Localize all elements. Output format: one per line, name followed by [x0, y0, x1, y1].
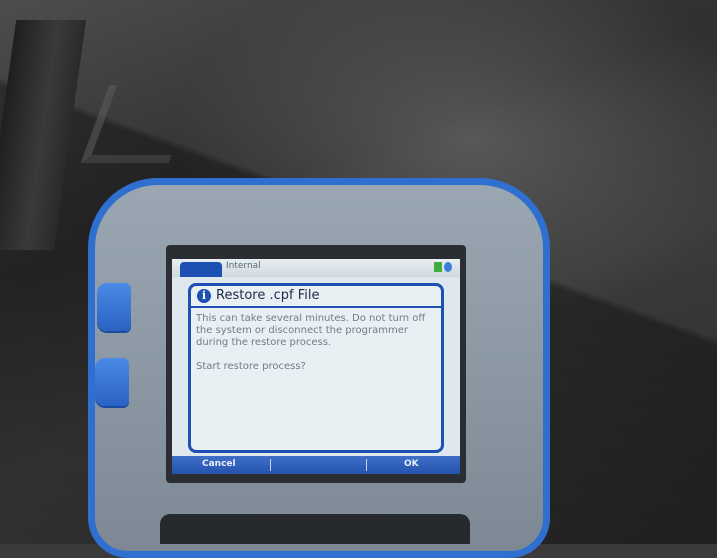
- dialog-title-bar: i Restore .cpf File: [191, 286, 441, 308]
- top-bar-title: Internal: [226, 261, 261, 271]
- status-icons: [434, 262, 452, 272]
- softkey-bar: Cancel OK: [172, 456, 460, 474]
- side-button-lower[interactable]: [95, 358, 129, 406]
- restore-dialog: i Restore .cpf File This can take severa…: [188, 283, 444, 453]
- dialog-prompt: Start restore process?: [196, 361, 306, 372]
- dialog-message: This can take several minutes. Do not tu…: [196, 313, 426, 348]
- signal-icon: [444, 262, 452, 272]
- dialog-body: This can take several minutes. Do not tu…: [196, 313, 436, 385]
- keypad-area: [160, 514, 470, 544]
- dialog-title: Restore .cpf File: [216, 288, 320, 303]
- device-screen: Internal i Restore .cpf File This can ta…: [172, 259, 460, 474]
- side-button-upper[interactable]: [97, 283, 131, 331]
- top-bar-tab: [180, 262, 222, 277]
- cancel-softkey[interactable]: Cancel: [202, 459, 236, 469]
- battery-icon: [434, 262, 442, 272]
- softkey-divider: [270, 459, 271, 471]
- info-icon: i: [197, 289, 211, 303]
- softkey-divider: [366, 459, 367, 471]
- ok-softkey[interactable]: OK: [404, 459, 419, 469]
- top-status-bar: Internal: [172, 259, 460, 277]
